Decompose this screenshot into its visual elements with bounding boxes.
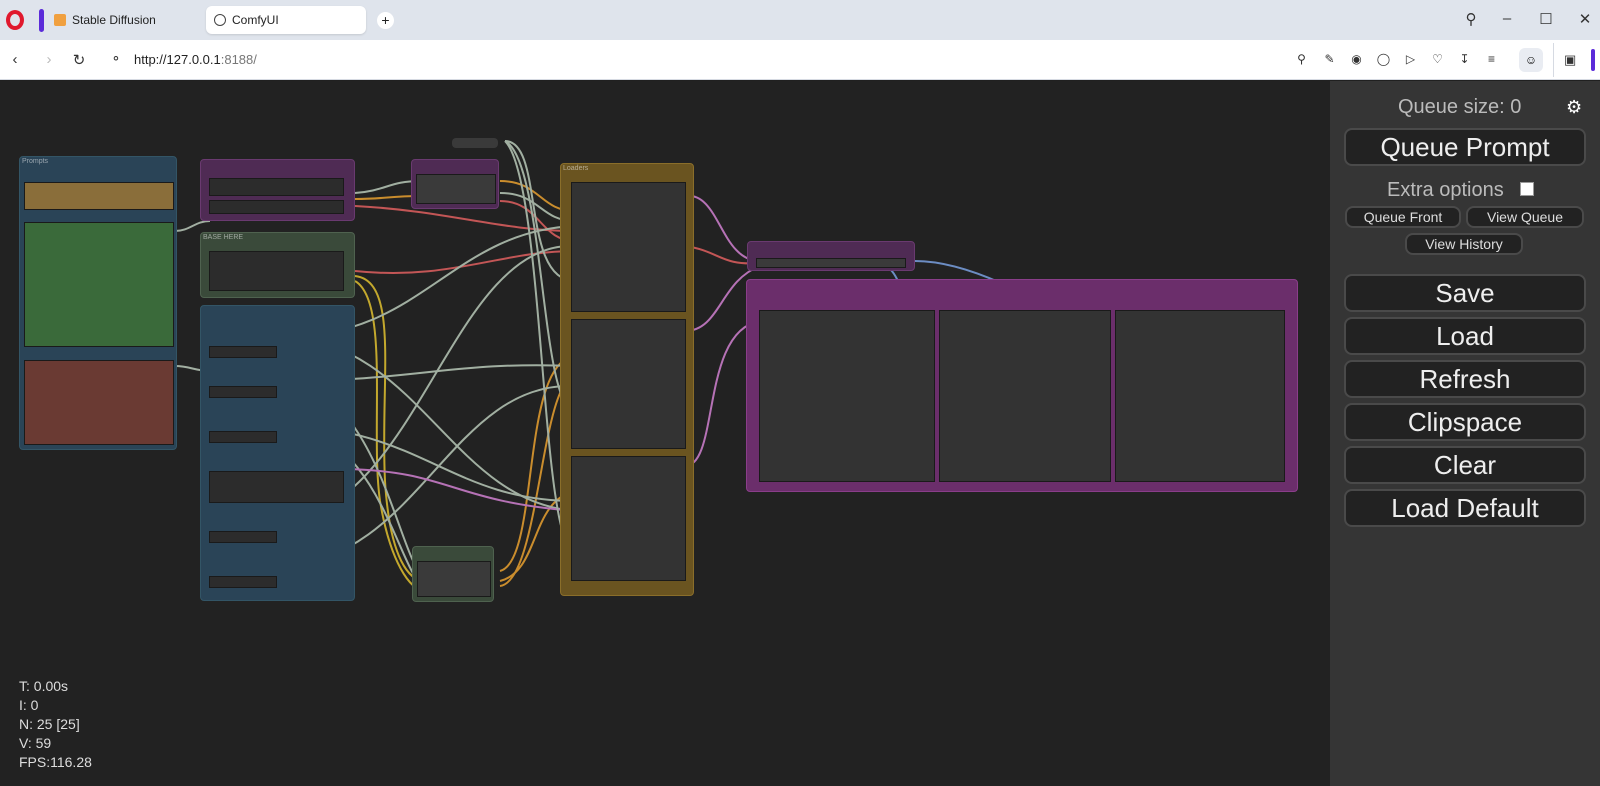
preview-image[interactable]: [759, 310, 935, 482]
node-settings[interactable]: [200, 305, 355, 601]
load-button[interactable]: Load: [1344, 317, 1586, 355]
node-widget[interactable]: [209, 251, 344, 291]
browser-tab-bar: Stable Diffusion ComfyUI + ⚲ – ☐ ✕: [0, 0, 1600, 40]
node-vae-decode[interactable]: [747, 241, 915, 271]
extra-options-label: Extra options: [1387, 179, 1504, 201]
node-base[interactable]: BASE HERE: [200, 232, 355, 298]
node-title: Loaders: [563, 165, 589, 172]
url-host: http://127.0.0.1: [134, 52, 221, 67]
node-small-reroute[interactable]: [452, 138, 498, 148]
maximize-icon[interactable]: ☐: [1536, 10, 1556, 28]
stat-iterations: I: 0: [19, 697, 39, 713]
camera-icon[interactable]: ◉: [1348, 51, 1365, 68]
easy-setup-icon[interactable]: ≡: [1483, 51, 1500, 68]
extra-options-checkbox[interactable]: [1520, 182, 1534, 196]
stable-diffusion-icon: [54, 14, 66, 26]
zoom-icon[interactable]: ⚲: [1293, 51, 1310, 68]
node-widget[interactable]: [209, 471, 344, 503]
opera-logo-icon[interactable]: [6, 10, 24, 30]
extensions-strip: ▣: [1553, 43, 1598, 77]
url-field[interactable]: http://127.0.0.1:8188/: [134, 52, 257, 67]
node-title: BASE HERE: [203, 234, 244, 241]
cube-icon[interactable]: ▣: [1564, 52, 1576, 68]
preview-image[interactable]: [1115, 310, 1285, 482]
node-widget[interactable]: [417, 561, 491, 597]
node-widget[interactable]: [756, 258, 906, 268]
node-title: Prompts: [22, 158, 49, 165]
node-widget[interactable]: [571, 456, 686, 581]
clear-button[interactable]: Clear: [1344, 446, 1586, 484]
new-tab-button[interactable]: +: [377, 12, 394, 29]
node-widget[interactable]: [24, 182, 174, 210]
node-prompts[interactable]: Prompts: [19, 156, 177, 450]
node-widget[interactable]: [209, 200, 344, 214]
profile-icon[interactable]: ☺: [1519, 48, 1543, 72]
node-text-encoder-top[interactable]: [411, 159, 499, 209]
search-tabs-icon[interactable]: ⚲: [1461, 10, 1481, 28]
globe-icon: [214, 14, 226, 26]
node-widget[interactable]: [24, 360, 174, 445]
node-base-text-encoder[interactable]: [412, 546, 494, 602]
tab-comfyui[interactable]: ComfyUI: [206, 6, 366, 34]
tab-label: ComfyUI: [232, 13, 279, 27]
tab-island-indicator: [39, 9, 44, 32]
address-bar: ‹ › ↻ ⚬ http://127.0.0.1:8188/ ⚲ ✎ ◉ ◯ ▷…: [0, 40, 1600, 80]
download-icon[interactable]: ↧: [1456, 51, 1473, 68]
node-widget[interactable]: [416, 174, 496, 204]
node-widget[interactable]: [571, 182, 686, 312]
tab-stable-diffusion[interactable]: Stable Diffusion: [46, 6, 204, 34]
site-info-icon[interactable]: ⚬: [107, 51, 125, 67]
shield-icon[interactable]: ◯: [1375, 51, 1392, 68]
load-default-button[interactable]: Load Default: [1344, 489, 1586, 527]
tab-label: Stable Diffusion: [72, 13, 156, 27]
stat-fps: FPS:116.28: [19, 754, 92, 770]
stat-nodes: N: 25 [25]: [19, 716, 80, 732]
sidebar-accent: [1591, 49, 1595, 71]
node-widget[interactable]: [209, 346, 277, 358]
preview-image[interactable]: [939, 310, 1111, 482]
back-icon[interactable]: ‹: [6, 51, 24, 68]
node-widget[interactable]: [209, 576, 277, 588]
node-group-samplers[interactable]: Loaders: [560, 163, 694, 596]
node-image-preview-group[interactable]: [746, 279, 1298, 492]
close-icon[interactable]: ✕: [1575, 10, 1595, 28]
view-history-button[interactable]: View History: [1405, 233, 1523, 255]
gear-icon[interactable]: ⚙: [1566, 97, 1582, 118]
save-button[interactable]: Save: [1344, 274, 1586, 312]
node-widget[interactable]: [209, 431, 277, 443]
node-widget[interactable]: [209, 178, 344, 196]
node-widget[interactable]: [24, 222, 174, 347]
queue-prompt-button[interactable]: Queue Prompt: [1344, 128, 1586, 166]
graph-canvas[interactable]: Prompts BASE HERE Loaders T: 0.00s I: 0 …: [0, 81, 1330, 786]
send-icon[interactable]: ▷: [1402, 51, 1419, 68]
reload-icon[interactable]: ↻: [70, 51, 88, 69]
node-widget[interactable]: [209, 531, 277, 543]
clipspace-button[interactable]: Clipspace: [1344, 403, 1586, 441]
node-widget[interactable]: [571, 319, 686, 449]
heart-icon[interactable]: ♡: [1429, 51, 1446, 68]
refresh-button[interactable]: Refresh: [1344, 360, 1586, 398]
node-model-loader[interactable]: [200, 159, 355, 221]
view-queue-button[interactable]: View Queue: [1466, 206, 1584, 228]
minimize-icon[interactable]: –: [1497, 10, 1517, 27]
node-widget[interactable]: [209, 386, 277, 398]
stat-vertices: V: 59: [19, 735, 52, 751]
forward-icon[interactable]: ›: [40, 51, 58, 68]
queue-size-label: Queue size: 0: [1398, 96, 1522, 118]
comfy-side-menu: Queue size: 0 ⚙ Queue Prompt Extra optio…: [1330, 81, 1600, 786]
stat-time: T: 0.00s: [19, 678, 69, 694]
url-port: :8188/: [220, 52, 257, 67]
queue-front-button[interactable]: Queue Front: [1345, 206, 1461, 228]
edit-icon[interactable]: ✎: [1321, 51, 1338, 68]
canvas-stats: T: 0.00s I: 0 N: 25 [25] V: 59 FPS:116.2…: [19, 677, 92, 772]
